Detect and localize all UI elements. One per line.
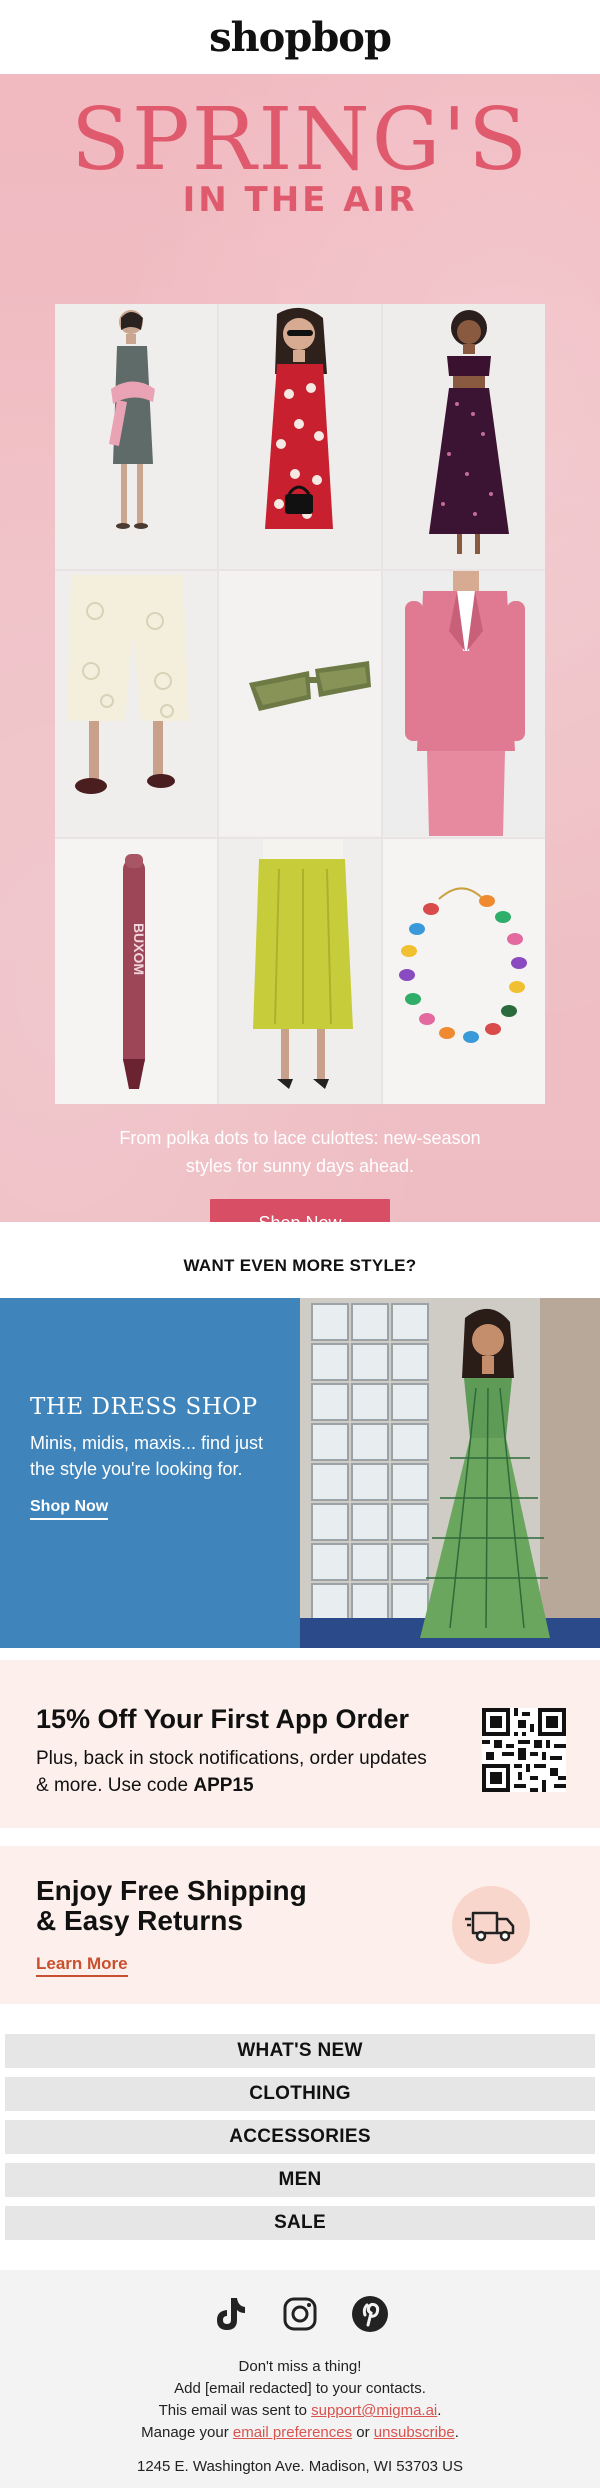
nav-whats-new[interactable]: WHAT'S NEW xyxy=(5,2034,595,2068)
product-tile-necklace[interactable] xyxy=(383,838,545,1104)
footer-line3-end: . xyxy=(437,2402,442,2419)
shipping-banner[interactable]: Enjoy Free Shipping & Easy Returns Learn… xyxy=(0,1846,600,2004)
nav-accessories[interactable]: ACCESSORIES xyxy=(5,2120,595,2154)
dress-shop-title: THE DRESS SHOP xyxy=(30,1394,258,1420)
nav-sale[interactable]: SALE xyxy=(5,2206,595,2240)
truck-icon xyxy=(465,1911,515,1942)
product-tile-polka-dress[interactable] xyxy=(219,304,381,570)
yellow-skirt-image xyxy=(219,838,381,1104)
dress-shop-description: Minis, midis, maxis... find just the sty… xyxy=(30,1433,264,1479)
unsubscribe-link[interactable]: unsubscribe xyxy=(374,2424,455,2441)
product-grid: BUXOM xyxy=(55,304,545,1104)
bead-necklace-image xyxy=(383,838,545,1104)
product-tile-culottes[interactable] xyxy=(55,571,217,837)
hero-description-line2: styles for sunny days ahead. xyxy=(185,1156,415,1176)
dress-shop-link[interactable]: Shop Now xyxy=(30,1498,109,1520)
footer-line4: Manage your email preferences or unsubsc… xyxy=(0,2422,600,2444)
hero-description: From polka dots to lace culottes: new-se… xyxy=(0,1124,600,1180)
email-preferences-link[interactable]: email preferences xyxy=(233,2424,352,2441)
support-email-link[interactable]: support@migma.ai xyxy=(311,2402,437,2419)
app-promo-text: Plus, back in stock notifications, order… xyxy=(36,1745,436,1799)
category-nav: WHAT'S NEW CLOTHING ACCESSORIES MEN SALE xyxy=(0,2004,600,2240)
dress-tie-sweater-image xyxy=(55,304,217,569)
nav-men[interactable]: MEN xyxy=(5,2163,595,2197)
footer-line4-or: or xyxy=(352,2424,374,2441)
sunglasses-image xyxy=(219,571,381,837)
footer-line1: Don't miss a thing! xyxy=(238,2358,362,2375)
learn-more-link[interactable]: Learn More xyxy=(36,1954,128,1977)
email-footer: Don't miss a thing! Add [email redacted]… xyxy=(0,2270,600,2488)
product-tile-sunglasses[interactable] xyxy=(219,571,381,837)
instagram-icon[interactable] xyxy=(280,2294,320,2334)
truck-icon-badge xyxy=(452,1886,530,1964)
green-dress-model-image xyxy=(300,1298,600,1648)
pink-suit-image xyxy=(383,571,545,837)
app-promo-code: APP15 xyxy=(193,1775,254,1796)
email-header: shopbop xyxy=(0,0,600,74)
hero-description-line1: From polka dots to lace culottes: new-se… xyxy=(119,1128,481,1148)
want-more-heading: WANT EVEN MORE STYLE? xyxy=(0,1234,600,1298)
hero-banner[interactable]: SPRING'S IN THE AIR BUXOM From polka dot… xyxy=(0,74,600,1222)
dress-shop-text-panel: THE DRESS SHOP Minis, midis, maxis... fi… xyxy=(0,1298,300,1648)
pinterest-icon[interactable] xyxy=(350,2294,390,2334)
lace-culottes-image xyxy=(55,571,217,837)
footer-line3: This email was sent to support@migma.ai. xyxy=(0,2400,600,2422)
product-tile-yellow-skirt[interactable] xyxy=(219,838,381,1104)
product-tile-dress[interactable] xyxy=(55,304,217,570)
footer-line2: Add [email redacted] to your contacts. xyxy=(174,2380,426,2397)
product-tile-pink-suit[interactable] xyxy=(383,571,545,837)
lip-brand-text: BUXOM xyxy=(131,923,147,975)
polka-dot-set-image xyxy=(383,304,545,569)
dress-shop-banner[interactable]: THE DRESS SHOP Minis, midis, maxis... fi… xyxy=(0,1298,600,1648)
footer-address: 1245 E. Washington Ave. Madison, WI 5370… xyxy=(136,2458,464,2475)
social-links xyxy=(0,2294,600,2334)
dress-shop-image[interactable] xyxy=(300,1298,600,1648)
footer-line4-end: . xyxy=(454,2424,459,2441)
hero-title-line1: SPRING'S xyxy=(70,90,529,190)
shop-now-button[interactable]: Shop Now xyxy=(210,1199,390,1222)
product-tile-lip-liner[interactable]: BUXOM xyxy=(55,838,217,1104)
qr-code-icon[interactable] xyxy=(482,1708,566,1792)
shopbop-logo[interactable]: shopbop xyxy=(209,14,392,61)
polka-dot-dress-image xyxy=(219,304,381,569)
tiktok-icon[interactable] xyxy=(210,2294,250,2334)
footer-line3-text: This email was sent to xyxy=(158,2402,312,2419)
footer-line4-text: Manage your xyxy=(141,2424,233,2441)
nav-clothing[interactable]: CLOTHING xyxy=(5,2077,595,2111)
product-tile-polka-set[interactable] xyxy=(383,304,545,570)
hero-title: SPRING'S IN THE AIR xyxy=(0,74,600,220)
app-promo-banner[interactable]: 15% Off Your First App Order Plus, back … xyxy=(0,1660,600,1828)
lip-liner-image: BUXOM xyxy=(55,838,217,1104)
